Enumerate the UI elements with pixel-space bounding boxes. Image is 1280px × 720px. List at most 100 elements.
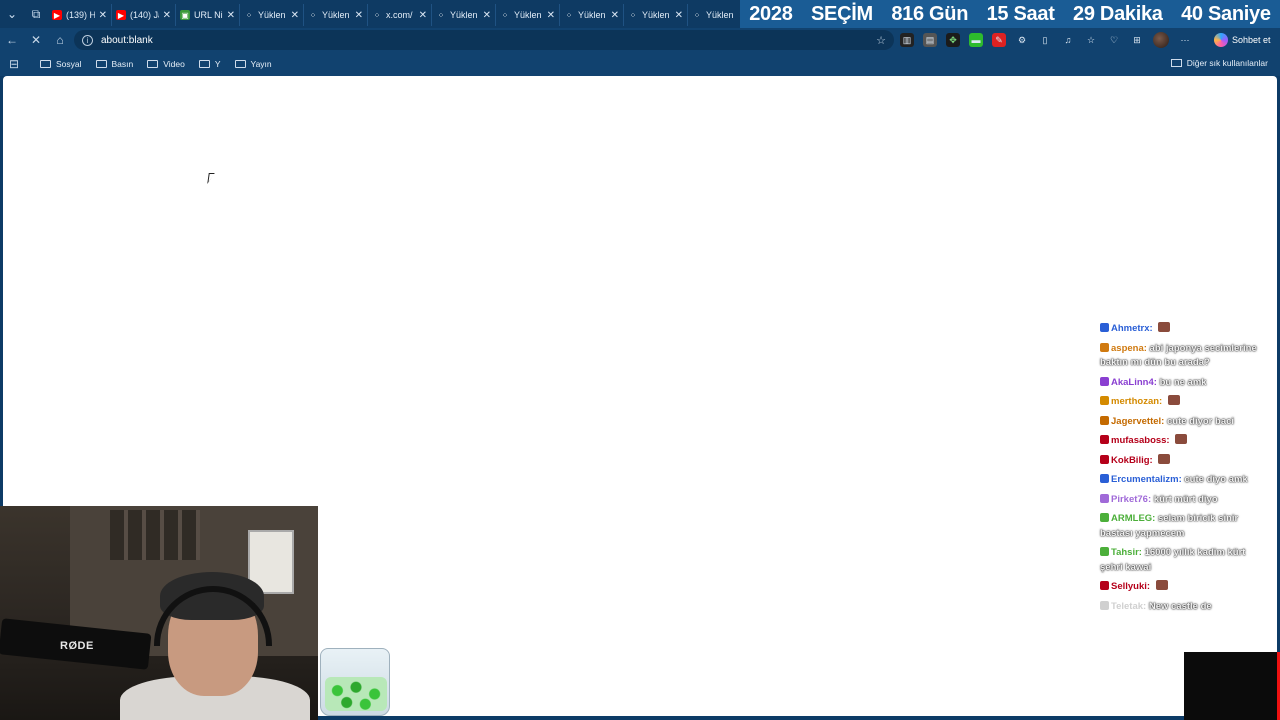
chat-badge-icon — [1100, 493, 1109, 503]
tab-title: Yüklen — [514, 10, 542, 20]
browser-tab[interactable]: ⁘ Yüklen ✕ — [304, 4, 368, 26]
tab-title: x.com/ — [386, 10, 413, 20]
close-tab-icon[interactable]: ✕ — [355, 10, 363, 21]
countdown-minutes: 29 Dakika — [1073, 2, 1163, 25]
close-tab-icon[interactable]: ✕ — [163, 10, 171, 21]
extension-red-icon[interactable]: ✎ — [992, 33, 1006, 47]
read-aloud-icon[interactable]: ♫ — [1061, 33, 1075, 47]
countdown-days: 816 Gün — [891, 2, 969, 25]
bookmark-label: Yayın — [250, 59, 272, 69]
tab-favicon-icon: ⁘ — [373, 10, 381, 20]
folder-icon — [1170, 59, 1182, 67]
browser-essentials-icon[interactable]: ♡ — [1107, 33, 1121, 47]
browser-tab[interactable]: ⁘ Yüklen ✕ — [432, 4, 496, 26]
chat-username: Jagervettel: — [1111, 415, 1165, 427]
address-url[interactable]: about:blank — [101, 35, 153, 46]
tab-favicon-icon: ⁘ — [245, 10, 253, 20]
extension-arrows-icon[interactable]: ✥ — [946, 33, 960, 47]
other-favorites[interactable]: Diğer sık kullanılanlar — [1170, 58, 1268, 68]
chat-badge-icon — [1100, 376, 1109, 386]
copilot-button[interactable]: Sohbet et — [1214, 30, 1276, 50]
browser-tab[interactable]: ⁘ Yüklen ✕ — [560, 4, 624, 26]
tab-title: (140) Ja — [130, 10, 159, 20]
close-tab-icon[interactable]: ✕ — [675, 10, 683, 21]
tab-title: URL Ni — [194, 10, 223, 20]
profile-avatar[interactable] — [1153, 32, 1169, 48]
chat-username: Sellyuki: — [1111, 581, 1151, 592]
chat-emote-icon — [1167, 395, 1180, 405]
chat-username: KokBilig: — [1111, 454, 1153, 466]
tab-favicon-icon: ⁘ — [501, 10, 509, 20]
countdown-year: 2028 — [749, 2, 793, 25]
site-info-icon[interactable]: i — [82, 34, 93, 46]
close-tab-icon[interactable]: ✕ — [483, 10, 491, 21]
bookmark-label: Sosyal — [56, 59, 82, 69]
extensions-puzzle-icon[interactable]: ⚙ — [1015, 33, 1029, 47]
chat-message: KokBilig: — [1100, 453, 1270, 469]
tab-title: Yüklen — [642, 10, 670, 20]
home-icon[interactable]: ⌂ — [48, 28, 72, 52]
browser-tab[interactable]: ▶ (140) Ja ✕ — [112, 4, 176, 26]
collections-icon[interactable]: ⊞ — [1130, 33, 1144, 47]
bookmark-folder[interactable]: Video — [147, 59, 185, 69]
extension-green-icon[interactable]: ▬ — [969, 33, 983, 47]
close-tab-icon[interactable]: ✕ — [611, 10, 619, 21]
chat-badge-icon — [1100, 547, 1109, 556]
bookmark-folder[interactable]: Y — [198, 59, 221, 69]
chat-badge-icon — [1100, 435, 1109, 444]
tab-favicon-icon: ⁘ — [629, 10, 637, 20]
browser-tab[interactable]: ⁘ x.com/ ✕ — [368, 4, 432, 26]
chat-username: Teletak: — [1111, 600, 1147, 612]
extension-bars-icon[interactable]: ▥ — [900, 33, 914, 47]
bookmarks-menu-icon[interactable]: ⊟ — [2, 52, 26, 76]
bookmark-label: Video — [163, 59, 185, 69]
split-screen-icon[interactable]: ▯ — [1038, 33, 1052, 47]
back-arrow-icon[interactable]: ← — [0, 28, 24, 52]
browser-tab[interactable]: ⁘ Yüklen ✕ — [240, 4, 304, 26]
close-tab-icon[interactable]: ✕ — [547, 10, 555, 21]
tab-favicon-icon: ⁘ — [693, 10, 701, 20]
browser-tab[interactable]: ⁘ Yüklen ✕ — [496, 4, 560, 26]
favorite-star-icon[interactable]: ☆ — [876, 34, 886, 47]
browser-tab[interactable]: ▣ URL Ni ✕ — [176, 4, 240, 26]
close-tab-icon[interactable]: ✕ — [227, 10, 235, 21]
extension-screen-icon[interactable]: ▤ — [923, 33, 937, 47]
browser-tab[interactable]: ⁘ Yüklen ✕ — [624, 4, 688, 26]
chat-badge-icon — [1100, 474, 1109, 483]
chat-username: Pirket76: — [1111, 493, 1152, 505]
folder-icon — [234, 60, 246, 68]
browser-tab[interactable]: ▶ (139) H ✕ — [48, 4, 112, 26]
extension-icons: ▥ ▤ ✥ ▬ ✎ ⚙ ▯ ♫ ☆ ♡ ⊞ ⋯ — [900, 30, 1192, 50]
chat-message: Teletak: New castle de — [1100, 600, 1270, 615]
favorites-icon[interactable]: ☆ — [1084, 33, 1098, 47]
tab-favicon-icon: ⁘ — [309, 10, 317, 20]
close-tab-icon[interactable]: ✕ — [291, 10, 299, 21]
bookmark-folder[interactable]: Sosyal — [40, 59, 82, 69]
tab-actions-chevron-icon[interactable]: ⌄ — [0, 0, 24, 28]
bookmark-list: Sosyal Basın Video Y Yayın — [26, 59, 272, 69]
chat-badge-icon — [1100, 323, 1109, 332]
chat-badge-icon — [1100, 513, 1109, 522]
chat-username: AkaLinn4: — [1111, 376, 1157, 388]
chat-message: Ahmetrx: — [1100, 322, 1270, 337]
tab-title: Yüklen — [578, 10, 606, 20]
workspaces-icon[interactable]: ⧉ — [24, 0, 48, 28]
chat-badge-icon — [1100, 600, 1109, 610]
chat-message: ARMLEG: selam biricik sinir bastası yapm… — [1100, 512, 1270, 541]
address-bar[interactable]: i about:blank ☆ — [74, 30, 894, 50]
chat-text: cute diyo amk — [1184, 474, 1248, 485]
bookmark-folder[interactable]: Yayın — [234, 59, 272, 69]
tab-favicon-icon: ▶ — [52, 10, 62, 20]
star-jar-widget — [320, 648, 390, 716]
chat-username: Tahsir: — [1111, 547, 1142, 558]
close-tab-icon[interactable]: ✕ — [419, 10, 427, 21]
chat-emote-icon — [1155, 580, 1168, 590]
chat-username: Ahmetrx: — [1111, 323, 1153, 334]
other-favorites-label: Diğer sık kullanılanlar — [1186, 58, 1268, 68]
close-tab-icon[interactable]: ✕ — [99, 10, 107, 21]
bookmark-folder[interactable]: Basın — [95, 59, 133, 69]
chat-badge-icon — [1100, 454, 1109, 464]
stop-loading-icon[interactable]: ✕ — [24, 28, 48, 52]
chat-username: Ercumentalizm: — [1111, 474, 1182, 485]
more-menu-icon[interactable]: ⋯ — [1178, 33, 1192, 47]
